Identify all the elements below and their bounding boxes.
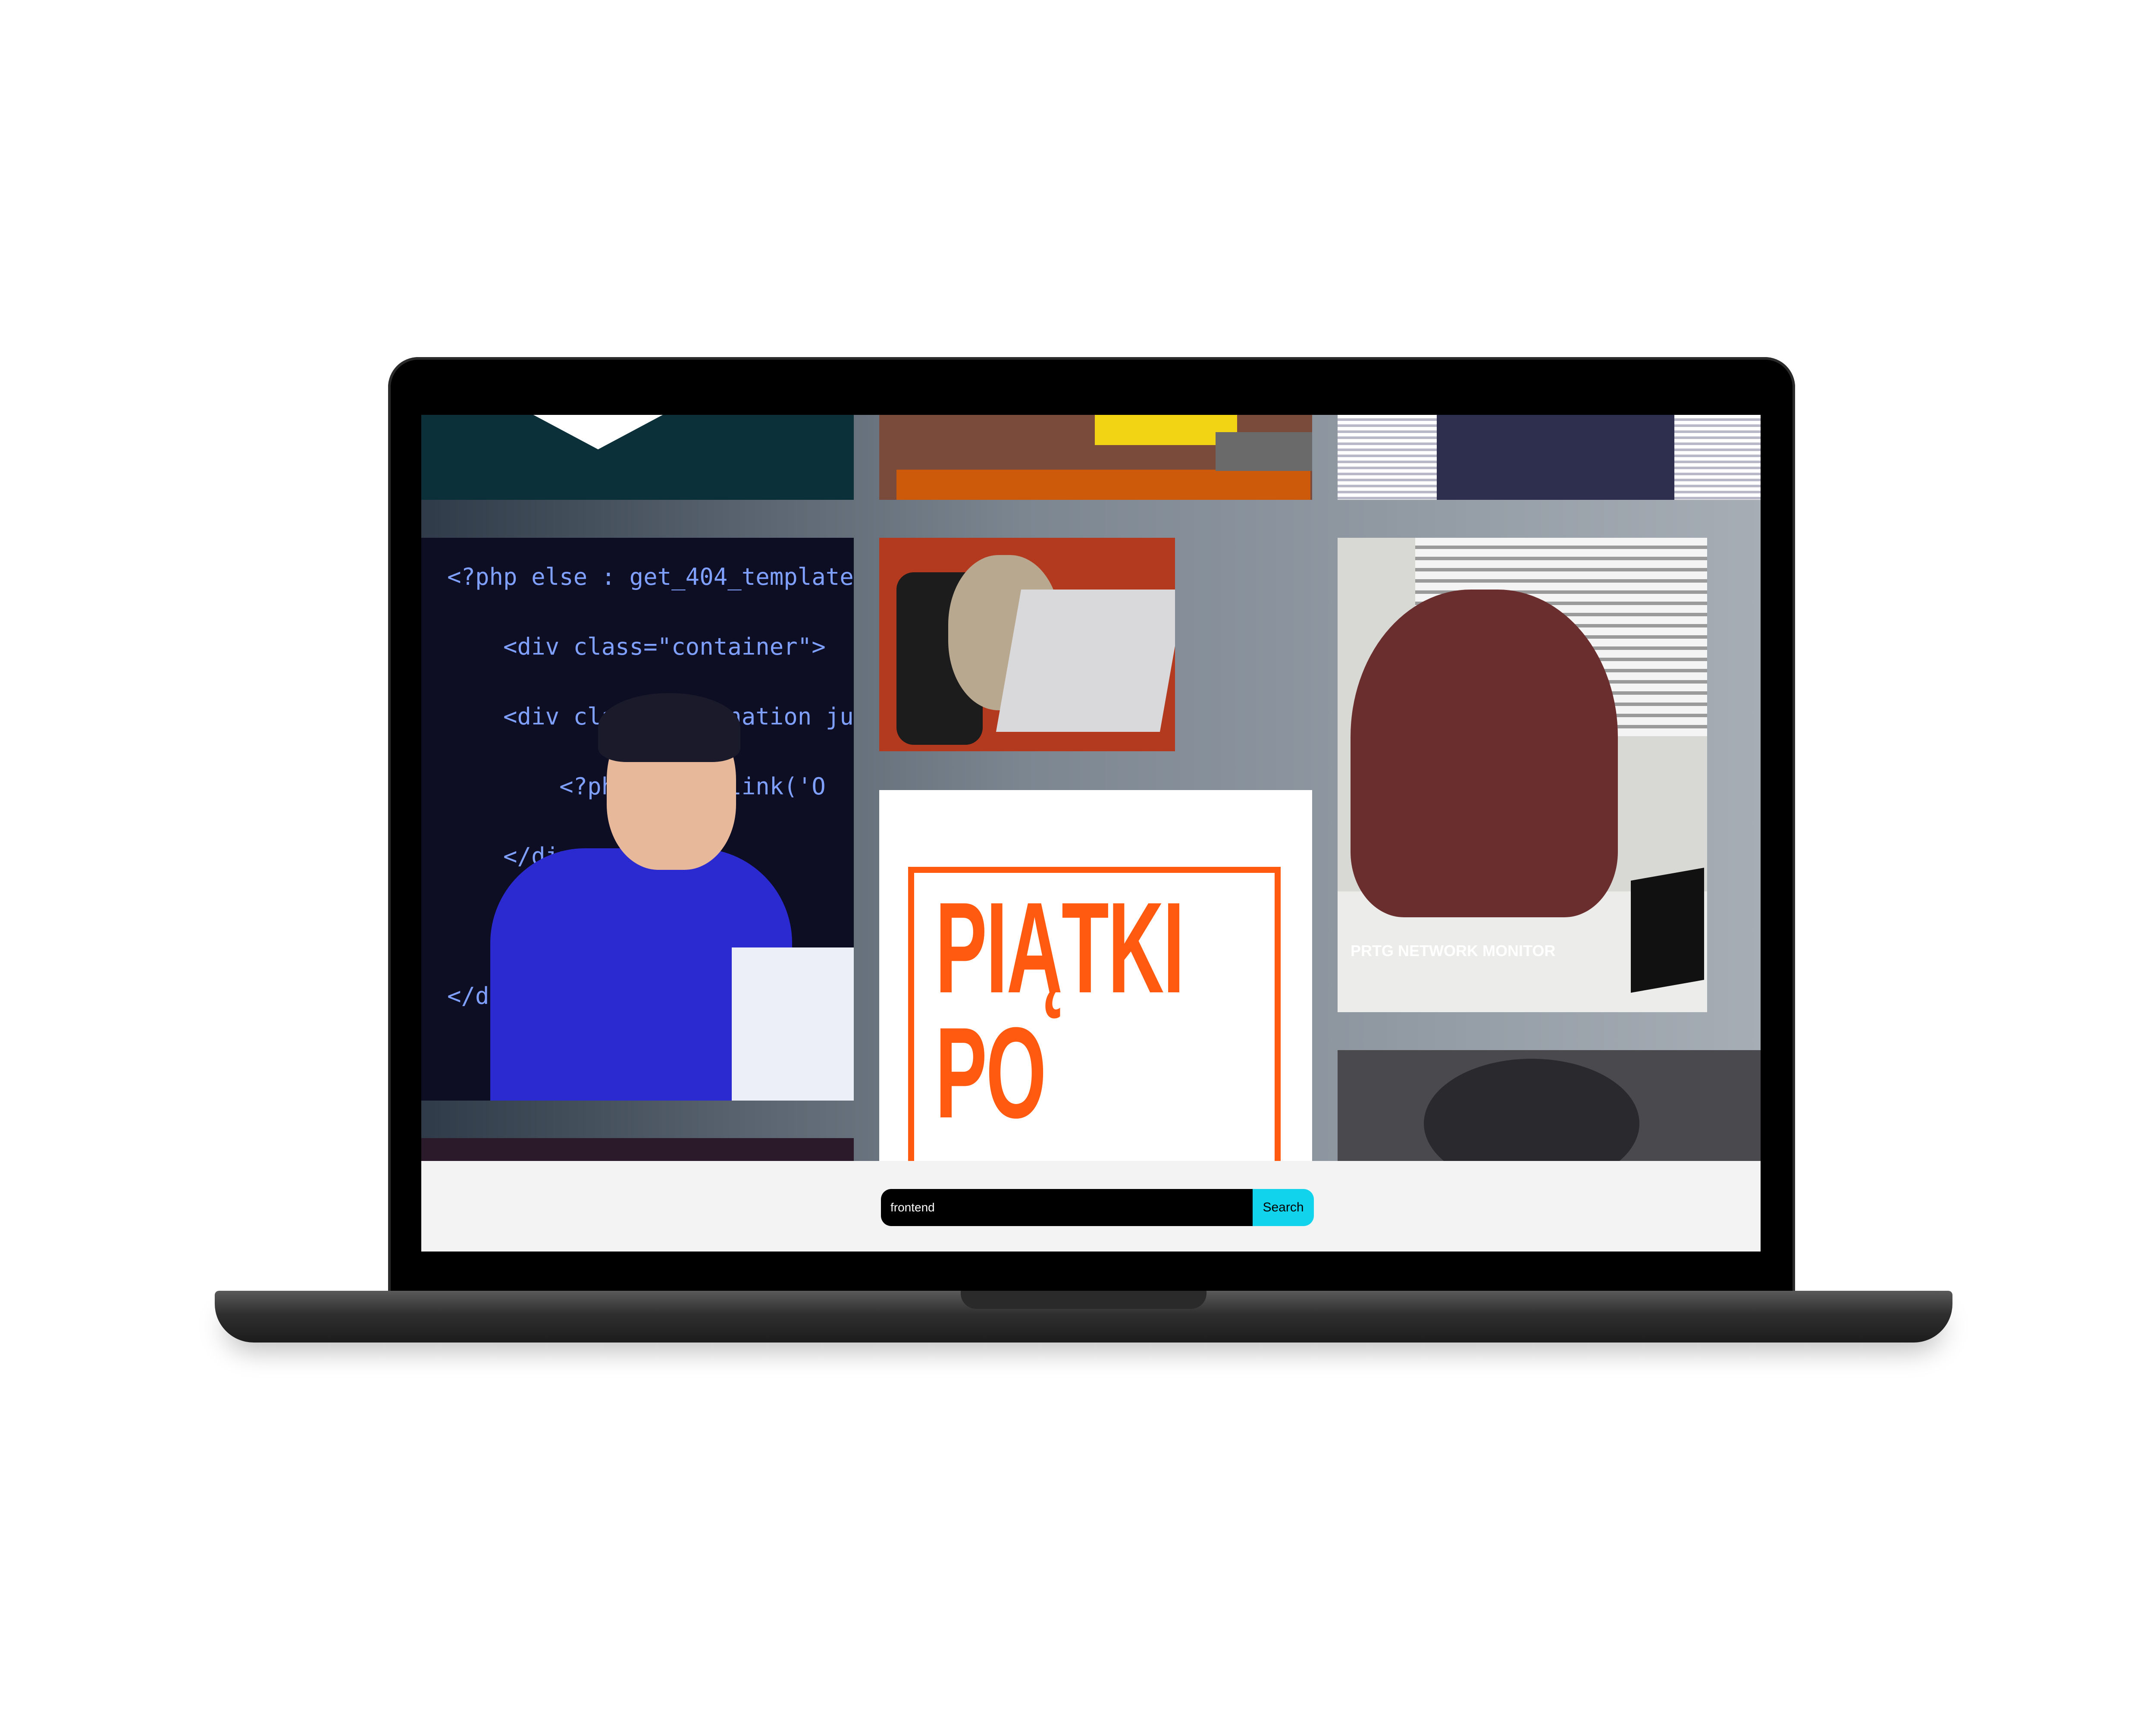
gif-shape: [1351, 590, 1618, 917]
laptop-notch: [961, 1291, 1206, 1309]
watermark: PRTG NETWORK MONITOR: [1351, 942, 1556, 960]
poster-text: PIĄTKI PO: [935, 875, 1185, 1145]
search-input[interactable]: [881, 1189, 1253, 1226]
gif-grid: <?php else : get_404_template(); <div cl…: [421, 415, 1761, 1243]
code-line: <?php else : get_404_template();: [447, 563, 854, 590]
coder-hair: [598, 693, 740, 762]
gif-shape: [1216, 432, 1312, 471]
code-line: <div class="container">: [447, 633, 826, 660]
keyboard-shape: [1631, 868, 1704, 993]
gif-shape: [533, 415, 663, 449]
gif-tile[interactable]: [1338, 415, 1761, 500]
coder-laptop: [732, 947, 854, 1101]
gif-tile[interactable]: [879, 415, 1312, 500]
search-bar: Search: [421, 1161, 1761, 1252]
gif-tile[interactable]: [421, 415, 854, 500]
search-button[interactable]: Search: [1253, 1189, 1314, 1226]
gif-tile-angry-office[interactable]: PRTG NETWORK MONITOR: [1338, 538, 1707, 1012]
gif-tile-coder[interactable]: <?php else : get_404_template(); <div cl…: [421, 538, 854, 1101]
gif-shape: [1674, 415, 1761, 500]
gif-shape: [996, 590, 1175, 732]
gif-tile-monkey[interactable]: [879, 538, 1175, 751]
gif-shape: [1338, 415, 1437, 500]
gif-shape: [896, 470, 1310, 500]
